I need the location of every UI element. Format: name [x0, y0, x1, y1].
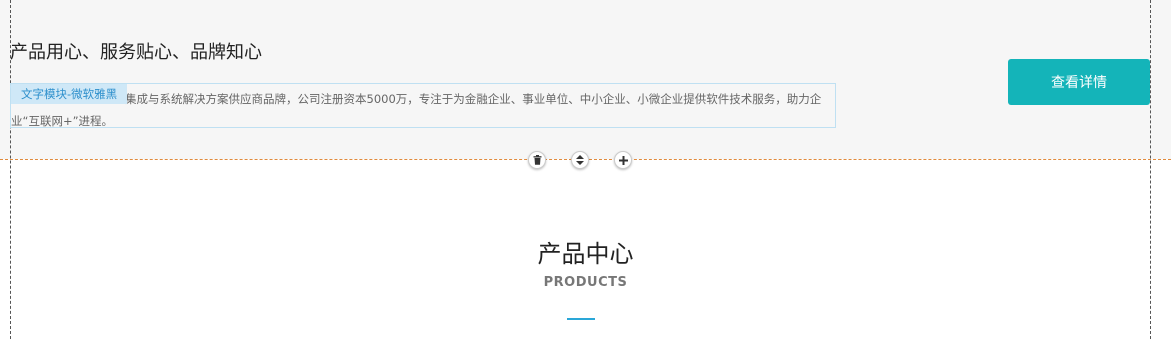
banner-body-text: 集成与系统解决方案供应商品牌，公司注册资本5000万，专注于为金融企业、事业单位…: [11, 92, 822, 128]
view-details-button[interactable]: 查看详情: [1008, 59, 1150, 105]
section-subtitle: PRODUCTS: [543, 275, 628, 290]
plus-icon: [618, 155, 628, 165]
module-tag[interactable]: 文字模块-微软雅黑: [11, 84, 128, 104]
section-title: 产品中心: [537, 240, 634, 268]
banner-headline: 产品用心、服务贴心、品牌知心: [10, 42, 262, 63]
delete-button[interactable]: [528, 151, 546, 169]
banner-section: [0, 0, 1171, 159]
section-underline: [567, 318, 595, 320]
text-module[interactable]: 集成与系统解决方案供应商品牌，公司注册资本5000万，专注于为金融企业、事业单位…: [10, 83, 836, 128]
move-button[interactable]: [571, 151, 589, 169]
add-button[interactable]: [614, 151, 632, 169]
trash-icon: [533, 155, 542, 165]
sort-arrows-icon: [576, 155, 584, 165]
